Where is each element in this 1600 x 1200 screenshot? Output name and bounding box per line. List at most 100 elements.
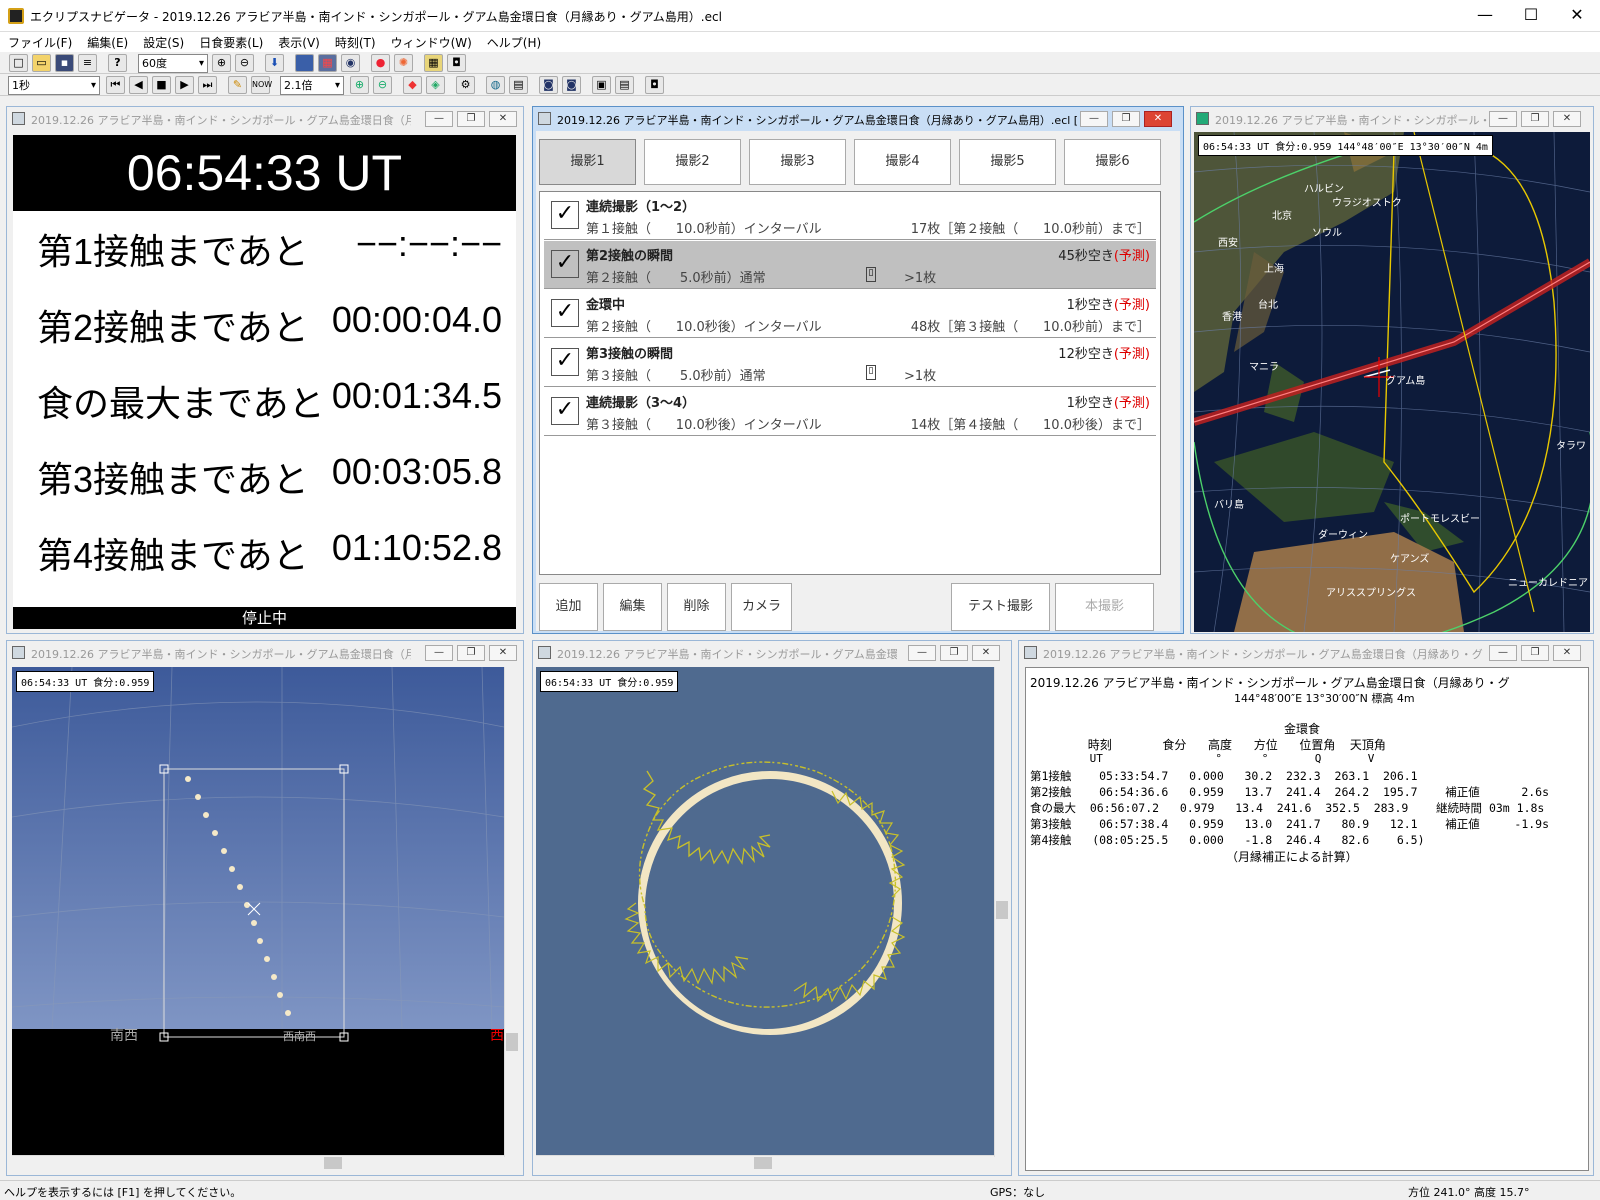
close-icon[interactable]: ✕ — [1144, 111, 1172, 127]
scroll-thumb[interactable] — [506, 1033, 518, 1051]
sky-view[interactable]: 06:54:33 UT 食分:0.959 南西 西南西 西 — [12, 667, 504, 1155]
minimize-icon[interactable]: — — [908, 645, 936, 661]
shoot-row[interactable]: ✓ 第3接触の瞬間 12秒空き(予測) 第３接触（ 5.0秒前）通常 ▯ >1枚 — [544, 339, 1156, 387]
view-map-icon[interactable]: ▦ — [318, 54, 337, 72]
edit-button[interactable]: 編集 — [603, 583, 662, 631]
table-icon[interactable]: ▤ — [509, 76, 528, 94]
download-icon[interactable]: ⬇ — [265, 54, 284, 72]
camera-icon[interactable]: ◘ — [447, 54, 466, 72]
menu-settings[interactable]: 設定(S) — [135, 32, 191, 51]
checkbox[interactable]: ✓ — [551, 348, 579, 376]
time-step-select[interactable]: 1秒 — [8, 76, 100, 95]
menu-view[interactable]: 表示(V) — [270, 32, 327, 51]
restore-icon[interactable]: ❐ — [1521, 645, 1549, 661]
settings-icon[interactable]: ⚙ — [456, 76, 475, 94]
map-view[interactable]: 06:54:33 UT 食分:0.959 144°48′00″E 13°30′0… — [1194, 132, 1590, 632]
tab-shoot5[interactable]: 撮影5 — [959, 139, 1056, 185]
tab-shoot3[interactable]: 撮影3 — [749, 139, 846, 185]
scroll-thumb[interactable] — [996, 901, 1008, 919]
play-icon[interactable]: ▶ — [175, 76, 194, 94]
event-icon[interactable]: ✎ — [228, 76, 247, 94]
fast-forward-icon[interactable]: ⏭ — [198, 76, 217, 94]
real-shoot-button[interactable]: 本撮影 — [1055, 583, 1154, 631]
checkbox[interactable]: ✓ — [551, 201, 579, 229]
print-icon[interactable]: ≡ — [78, 54, 97, 72]
window-countdown-icon[interactable]: ▣ — [592, 76, 611, 94]
fov-select[interactable]: 60度 — [138, 54, 208, 73]
save-icon[interactable]: ▪ — [55, 54, 74, 72]
help-icon[interactable]: ? — [108, 54, 127, 72]
horizontal-scrollbar[interactable] — [12, 1155, 504, 1170]
close-icon[interactable]: ✕ — [489, 111, 517, 127]
restore-icon[interactable]: ❐ — [457, 645, 485, 661]
menu-time[interactable]: 時刻(T) — [327, 32, 383, 51]
open-folder-icon[interactable]: ▭ — [32, 54, 51, 72]
restore-icon[interactable]: ❐ — [1112, 111, 1140, 127]
view-sun-icon[interactable]: ◉ — [341, 54, 360, 72]
back-icon[interactable]: ◀ — [129, 76, 148, 94]
fast-back-icon[interactable]: ⏮ — [106, 76, 125, 94]
grid-icon[interactable]: ▦ — [424, 54, 443, 72]
test-shoot-button[interactable]: テスト撮影 — [951, 583, 1050, 631]
add-button[interactable]: 追加 — [539, 583, 598, 631]
globe-icon[interactable]: ◍ — [486, 76, 505, 94]
minimize-icon[interactable]: — — [425, 111, 453, 127]
zoom-out-icon[interactable]: ⊖ — [235, 54, 254, 72]
scroll-thumb[interactable] — [754, 1157, 772, 1169]
record-icon[interactable]: ● — [371, 54, 390, 72]
close-button[interactable]: ✕ — [1554, 0, 1600, 32]
shoot-row[interactable]: ✓ 連続撮影（3〜4） 1秒空き(予測) 第３接触（ 10.0秒後）インターバル… — [544, 388, 1156, 436]
tab-shoot2[interactable]: 撮影2 — [644, 139, 741, 185]
zoom-in-icon[interactable]: ⊕ — [212, 54, 231, 72]
scroll-thumb[interactable] — [324, 1157, 342, 1169]
window-sky-icon[interactable]: ◙ — [562, 76, 581, 94]
close-icon[interactable]: ✕ — [1553, 645, 1581, 661]
stop-icon[interactable]: ■ — [152, 76, 171, 94]
restore-icon[interactable]: ❐ — [457, 111, 485, 127]
direction-label: 西 — [490, 1028, 504, 1044]
minimize-icon[interactable]: — — [1489, 645, 1517, 661]
magnify-minus-icon[interactable]: ⊖ — [373, 76, 392, 94]
shoot-row[interactable]: ✓ 金環中 1秒空き(予測) 第２接触（ 10.0秒後）インターバル 48枚［第… — [544, 290, 1156, 338]
vertical-scrollbar[interactable] — [994, 667, 1009, 1157]
menu-file[interactable]: ファイル(F) — [0, 32, 79, 51]
magnify-plus-icon[interactable]: ⊕ — [350, 76, 369, 94]
vertical-scrollbar[interactable] — [504, 667, 519, 1157]
close-icon[interactable]: ✕ — [1553, 111, 1581, 127]
menu-window[interactable]: ウィンドウ(W) — [383, 32, 479, 51]
magnification-select[interactable]: 2.1倍 — [280, 76, 344, 95]
camera-button[interactable]: カメラ — [731, 583, 792, 631]
tab-shoot1[interactable]: 撮影1 — [539, 139, 636, 185]
checkbox[interactable]: ✓ — [551, 250, 579, 278]
close-icon[interactable]: ✕ — [972, 645, 1000, 661]
maximize-button[interactable]: ☐ — [1508, 0, 1554, 32]
view-sky-icon[interactable] — [295, 54, 314, 72]
gps-icon[interactable]: ◈ — [426, 76, 445, 94]
checkbox[interactable]: ✓ — [551, 397, 579, 425]
now-icon[interactable]: NOW — [251, 76, 272, 94]
checkbox[interactable]: ✓ — [551, 299, 579, 327]
shoot-row[interactable]: ✓ 連続撮影（1〜2） 第１接触（ 10.0秒前）インターバル 17枚［第２接触… — [544, 192, 1156, 240]
tab-shoot4[interactable]: 撮影4 — [854, 139, 951, 185]
shoot-row[interactable]: ✓ 第2接触の瞬間 45秒空き(予測) 第２接触（ 5.0秒前）通常 ▯ >1枚 — [544, 241, 1156, 289]
window-list-icon[interactable]: ▤ — [615, 76, 634, 94]
restore-icon[interactable]: ❐ — [1521, 111, 1549, 127]
minimize-button[interactable]: — — [1462, 0, 1508, 32]
sun-view[interactable]: 06:54:33 UT 食分:0.959 — [536, 667, 994, 1155]
restore-icon[interactable]: ❐ — [940, 645, 968, 661]
menu-edit[interactable]: 編集(E) — [79, 32, 135, 51]
new-file-icon[interactable]: □ — [9, 54, 28, 72]
close-icon[interactable]: ✕ — [489, 645, 517, 661]
compass-icon[interactable]: ◆ — [403, 76, 422, 94]
tab-shoot6[interactable]: 撮影6 — [1064, 139, 1161, 185]
sun-icon[interactable]: ✺ — [394, 54, 413, 72]
minimize-icon[interactable]: — — [1489, 111, 1517, 127]
menu-eclipse-elements[interactable]: 日食要素(L) — [191, 32, 270, 51]
minimize-icon[interactable]: — — [425, 645, 453, 661]
window-sun-icon[interactable]: ◙ — [539, 76, 558, 94]
horizontal-scrollbar[interactable] — [536, 1155, 994, 1170]
menu-help[interactable]: ヘルプ(H) — [479, 32, 548, 51]
delete-button[interactable]: 削除 — [667, 583, 726, 631]
window-shoot-icon[interactable]: ◘ — [645, 76, 664, 94]
minimize-icon[interactable]: — — [1080, 111, 1108, 127]
